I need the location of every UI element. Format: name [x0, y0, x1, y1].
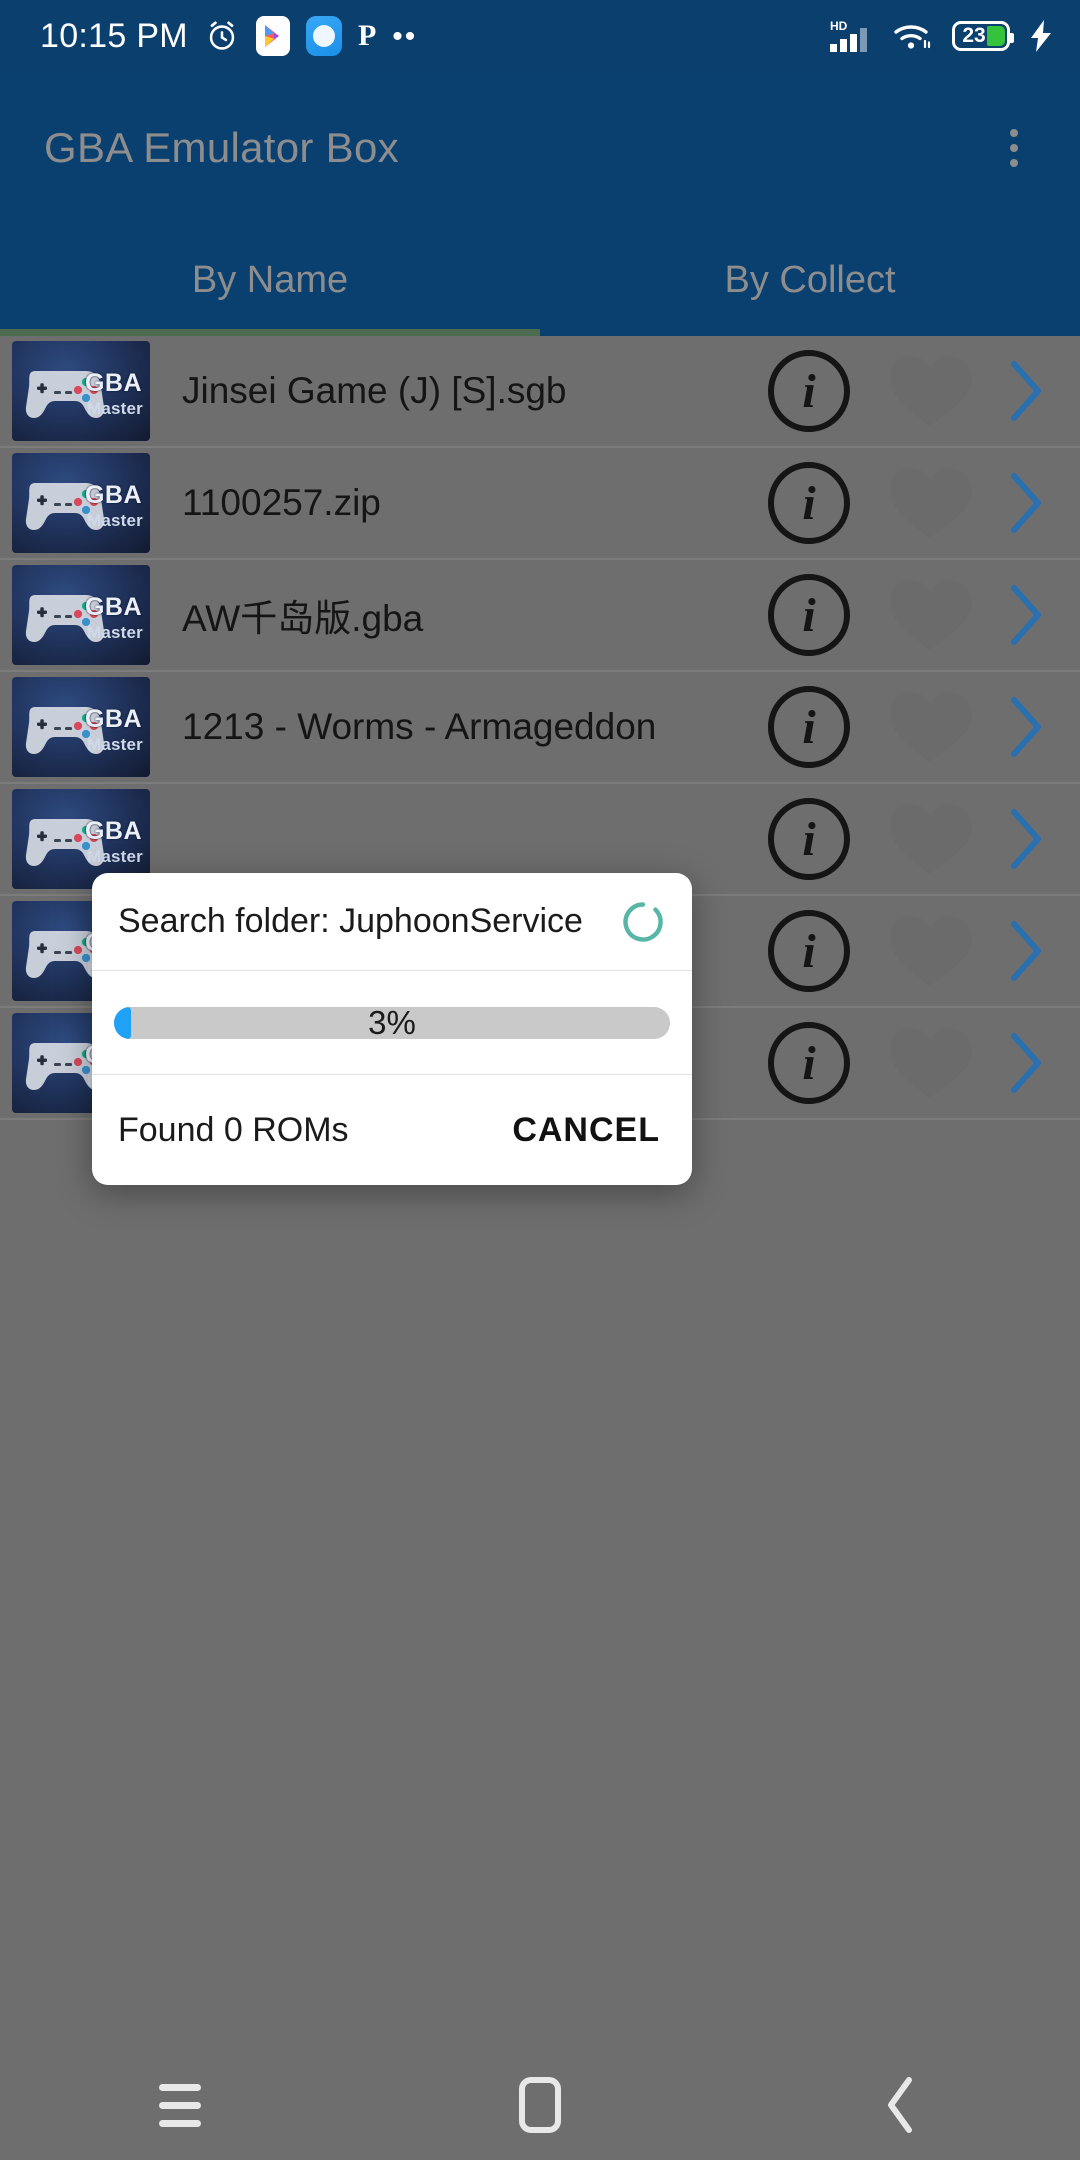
progress-percent-label: 3% — [368, 1006, 416, 1039]
phone-screen: 10:15 PM P •• HD 23 GBA Emulator Box By … — [0, 0, 1080, 2160]
dialog-header: Search folder: JuphoonService — [92, 873, 692, 971]
recents-button[interactable] — [120, 2065, 240, 2145]
back-icon — [888, 2077, 912, 2133]
loading-spinner — [623, 901, 663, 942]
system-nav-bar — [0, 2050, 1080, 2160]
dialog-footer: Found 0 ROMs CANCEL — [92, 1075, 692, 1185]
search-progress-dialog: Search folder: JuphoonService 3% Found 0… — [92, 873, 692, 1185]
recents-menu-icon — [159, 2083, 201, 2127]
dialog-progress-row: 3% — [92, 971, 692, 1075]
progress-bar: 3% — [114, 1006, 670, 1039]
home-button[interactable] — [480, 2065, 600, 2145]
back-button[interactable] — [840, 2065, 960, 2145]
cancel-button[interactable]: CANCEL — [506, 1103, 666, 1158]
battery-level: 23 — [962, 24, 986, 47]
found-roms-label: Found 0 ROMs — [118, 1110, 349, 1149]
battery-icon: 23 — [952, 21, 1014, 51]
home-icon — [519, 2077, 561, 2133]
dialog-title: Search folder: JuphoonService — [118, 902, 583, 940]
